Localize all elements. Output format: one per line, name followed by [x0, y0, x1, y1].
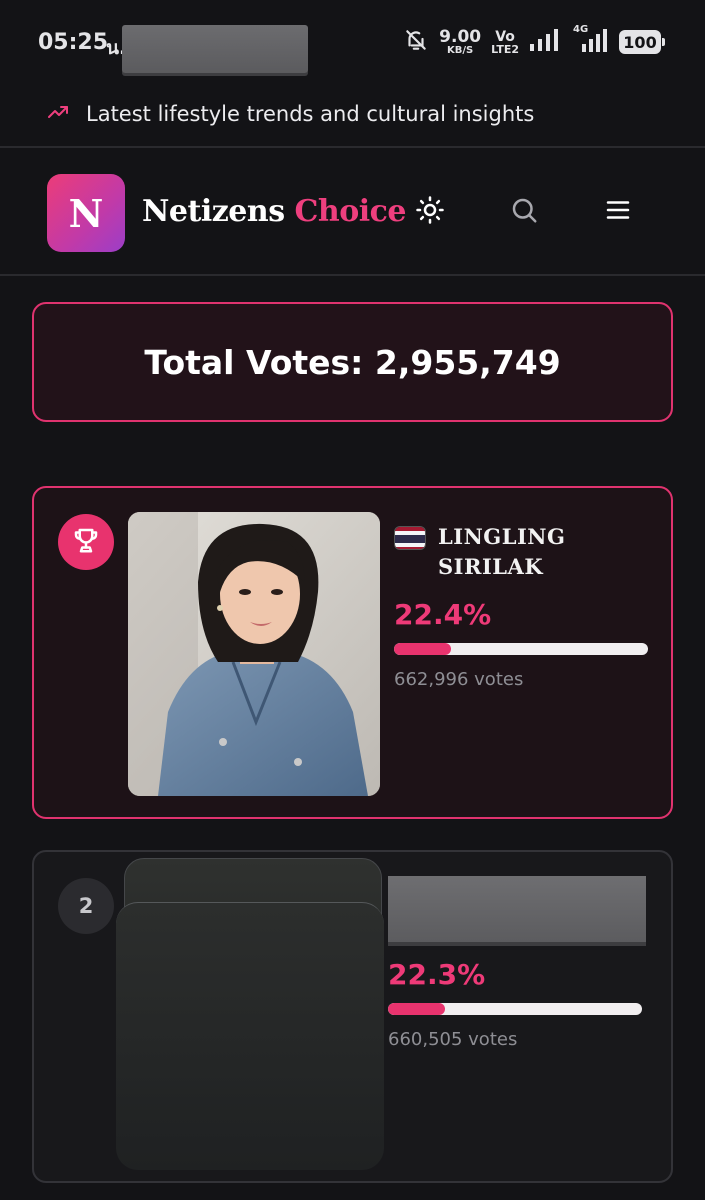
banner-text: Latest lifestyle trends and cultural ins…: [86, 102, 535, 126]
rank-badge: 2: [58, 878, 114, 934]
status-bar: 05:25 น. 9.00 KB/S Vo LTE2 4G 100: [0, 0, 705, 82]
volte-indicator: Vo LTE2: [491, 28, 519, 56]
contestant-card[interactable]: 2 22.3% 660,505 votes: [32, 850, 673, 1183]
signal-4g-icon: 4G: [569, 24, 609, 57]
vote-progress-fill: [388, 1003, 445, 1015]
theme-toggle-button[interactable]: [414, 196, 446, 228]
vote-count: 662,996 votes: [394, 669, 524, 690]
contestant-card[interactable]: LINGLING SIRILAK 22.4% 662,996 votes: [32, 486, 673, 819]
brand-name[interactable]: Netizens Choice: [142, 194, 407, 229]
site-header: N Netizens Choice: [0, 150, 705, 276]
trophy-icon: [71, 525, 101, 559]
redacted-area: [122, 25, 308, 73]
rank-badge: [58, 514, 114, 570]
menu-button[interactable]: [602, 196, 634, 228]
network-speed: 9.00 KB/S: [439, 26, 482, 56]
vote-progress-bar: [388, 1003, 642, 1015]
vote-percentage: 22.3%: [388, 958, 486, 991]
contestant-photo[interactable]: [128, 512, 380, 796]
contestant-info: LINGLING SIRILAK 22.4% 662,996 votes: [394, 522, 652, 690]
redacted-name: [388, 876, 646, 942]
search-icon: [509, 195, 539, 229]
trending-up-icon: [46, 100, 70, 128]
status-time: 05:25: [38, 30, 109, 55]
total-votes-label: Total Votes: 2,955,749: [144, 342, 561, 382]
thailand-flag: [394, 526, 426, 550]
signal-icon: [529, 28, 559, 56]
vote-progress-bar: [394, 643, 648, 655]
vote-progress-fill: [394, 643, 451, 655]
app-screen: 05:25 น. 9.00 KB/S Vo LTE2 4G 100 Latest…: [0, 0, 705, 1200]
status-icons: 9.00 KB/S Vo LTE2 4G 100: [403, 24, 665, 57]
search-button[interactable]: [508, 196, 540, 228]
contestant-info: 22.3% 660,505 votes: [388, 876, 646, 1050]
battery-indicator: 100: [619, 30, 665, 54]
mute-bell-icon: [403, 27, 429, 57]
vote-percentage: 22.4%: [394, 598, 492, 631]
menu-icon: [603, 195, 633, 229]
portrait-illustration: [128, 512, 380, 796]
sun-icon: [415, 195, 445, 229]
top-banner[interactable]: Latest lifestyle trends and cultural ins…: [0, 82, 705, 148]
redaction-overlay: [116, 902, 384, 1170]
network-type-label: 4G: [573, 24, 589, 35]
total-votes-panel: Total Votes: 2,955,749: [32, 302, 673, 422]
logo[interactable]: N: [47, 174, 125, 252]
contestant-name[interactable]: LINGLING SIRILAK: [438, 522, 565, 582]
vote-count: 660,505 votes: [388, 1029, 518, 1050]
